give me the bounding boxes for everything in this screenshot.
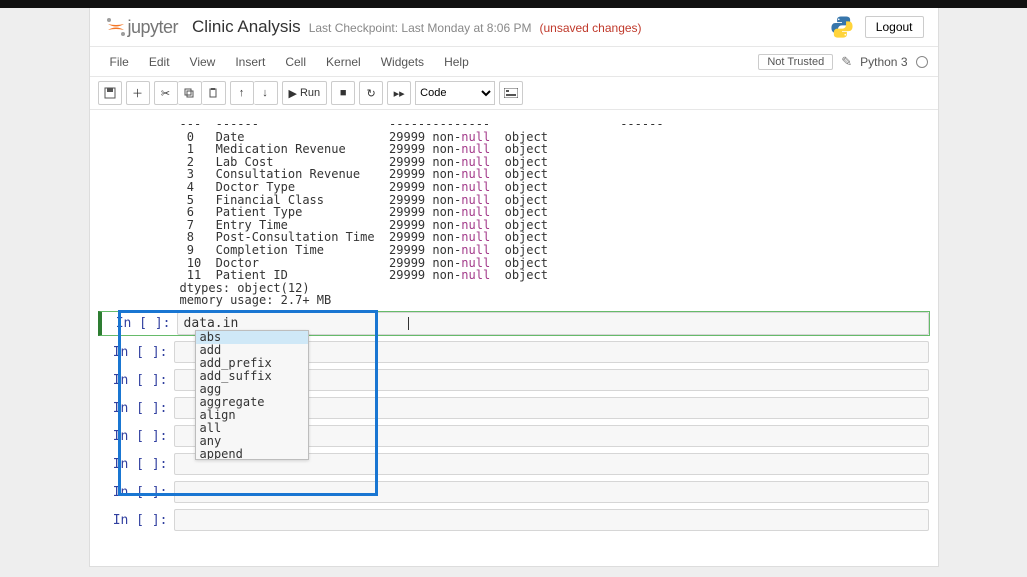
text-cursor-icon: [408, 317, 409, 330]
menu-help[interactable]: Help: [434, 55, 479, 69]
copy-button[interactable]: [178, 81, 202, 105]
header-bar: jupyter Clinic Analysis Last Checkpoint:…: [90, 8, 938, 47]
run-button[interactable]: ▶ Run: [282, 81, 328, 105]
menu-kernel[interactable]: Kernel: [316, 55, 371, 69]
autocomplete-item[interactable]: append: [196, 448, 308, 460]
kernel-indicator-icon: [916, 56, 928, 68]
prompt: In [ ]:: [99, 341, 174, 363]
cell-type-select[interactable]: Code: [415, 81, 495, 105]
code-cell-empty: In [ ]:: [98, 480, 930, 504]
python-logo-icon: [829, 14, 855, 40]
checkpoint-text: Last Checkpoint: Last Monday at 8:06 PM: [309, 21, 532, 35]
code-input[interactable]: [174, 481, 929, 503]
move-down-button[interactable]: ↓: [254, 81, 278, 105]
notebook-title[interactable]: Clinic Analysis: [192, 17, 301, 37]
trusted-badge[interactable]: Not Trusted: [758, 54, 833, 70]
logout-button[interactable]: Logout: [865, 16, 924, 38]
menu-file[interactable]: File: [100, 55, 139, 69]
jupyter-logo-icon: [104, 15, 128, 39]
menu-bar: File Edit View Insert Cell Kernel Widget…: [90, 47, 938, 77]
save-button[interactable]: [98, 81, 122, 105]
move-up-button[interactable]: ↑: [230, 81, 254, 105]
menu-edit[interactable]: Edit: [139, 55, 180, 69]
autocomplete-popup[interactable]: absaddadd_prefixadd_suffixaggaggregateal…: [195, 330, 309, 460]
paste-button[interactable]: [202, 81, 226, 105]
insert-cell-button[interactable]: ＋: [126, 81, 150, 105]
command-palette-button[interactable]: [499, 81, 523, 105]
run-label: Run: [300, 87, 320, 99]
prompt: In [ ]:: [102, 312, 177, 335]
menu-view[interactable]: View: [180, 55, 226, 69]
code-input[interactable]: [174, 509, 929, 531]
jupyter-app: jupyter Clinic Analysis Last Checkpoint:…: [89, 8, 939, 567]
interrupt-button[interactable]: ■: [331, 81, 355, 105]
prompt: In [ ]:: [99, 453, 174, 475]
menu-insert[interactable]: Insert: [225, 55, 275, 69]
browser-chrome: [0, 0, 1027, 8]
jupyter-logo[interactable]: jupyter: [104, 15, 179, 39]
cut-button[interactable]: ✂: [154, 81, 178, 105]
output-dataframe-info: --- ------ -------------- ------ 0 Date …: [90, 118, 938, 307]
notebook-area: --- ------ -------------- ------ 0 Date …: [90, 110, 938, 566]
code-content: data.in: [184, 316, 239, 331]
restart-run-button[interactable]: ▸▸: [387, 81, 411, 105]
menu-widgets[interactable]: Widgets: [371, 55, 434, 69]
edit-mode-icon: ✎: [841, 54, 852, 70]
jupyter-logo-text: jupyter: [128, 17, 179, 38]
unsaved-indicator: (unsaved changes): [539, 21, 641, 35]
prompt: In [ ]:: [99, 397, 174, 419]
code-cell-empty: In [ ]:: [98, 508, 930, 532]
prompt: In [ ]:: [99, 369, 174, 391]
kernel-name[interactable]: Python 3: [860, 55, 907, 69]
prompt: In [ ]:: [99, 481, 174, 503]
prompt: In [ ]:: [99, 509, 174, 531]
restart-button[interactable]: ↻: [359, 81, 383, 105]
menu-cell[interactable]: Cell: [275, 55, 316, 69]
prompt: In [ ]:: [99, 425, 174, 447]
toolbar: ＋ ✂ ↑ ↓ ▶ Run ■ ↻ ▸▸ Code: [90, 77, 938, 110]
